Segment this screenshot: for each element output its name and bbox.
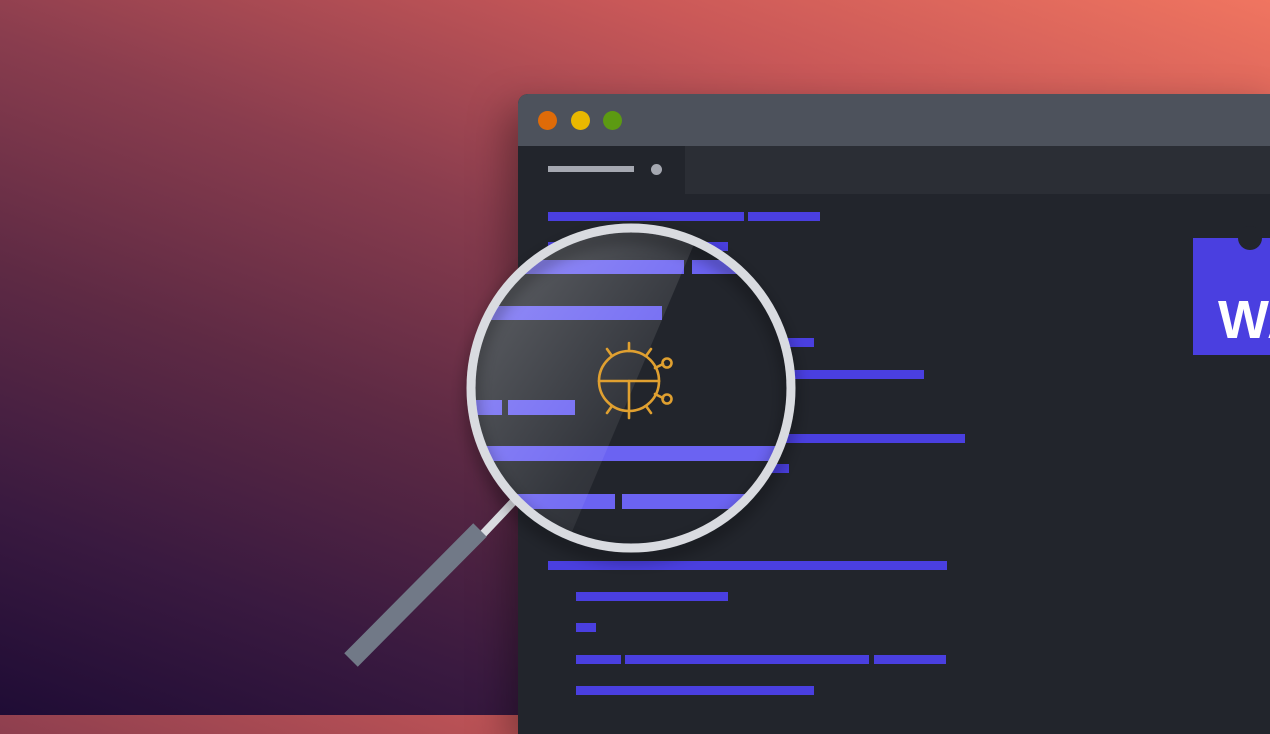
lens-neck [479,497,518,538]
magnifying-glass-icon [344,223,796,667]
lens-handle [344,523,487,667]
